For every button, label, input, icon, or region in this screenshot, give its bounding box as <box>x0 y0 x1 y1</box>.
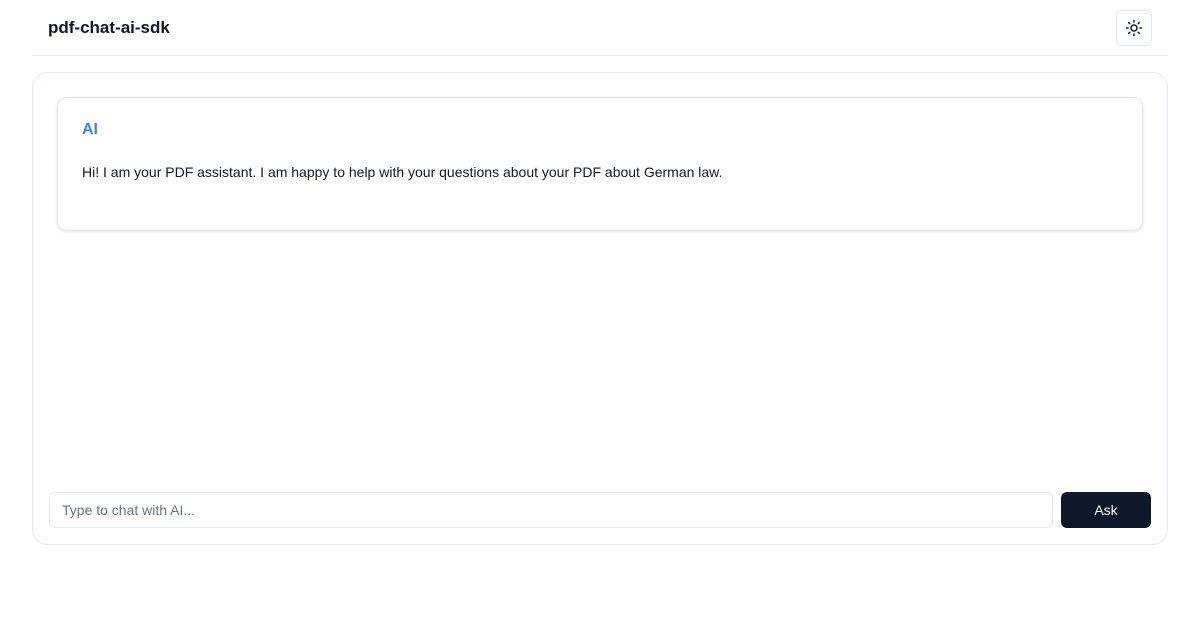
app-title: pdf-chat-ai-sdk <box>48 18 170 37</box>
theme-toggle-button[interactable] <box>1116 10 1152 46</box>
message-author: AI <box>82 121 98 138</box>
message-text: Hi! I am your PDF assistant. I am happy … <box>82 164 723 180</box>
ask-button[interactable]: Ask <box>1061 492 1151 528</box>
chat-message: AI Hi! I am your PDF assistant. I am hap… <box>57 97 1143 231</box>
app-header: pdf-chat-ai-sdk <box>32 0 1168 56</box>
sun-icon <box>1125 19 1143 37</box>
chat-input[interactable] <box>49 492 1053 528</box>
chat-panel: AI Hi! I am your PDF assistant. I am hap… <box>32 72 1168 545</box>
